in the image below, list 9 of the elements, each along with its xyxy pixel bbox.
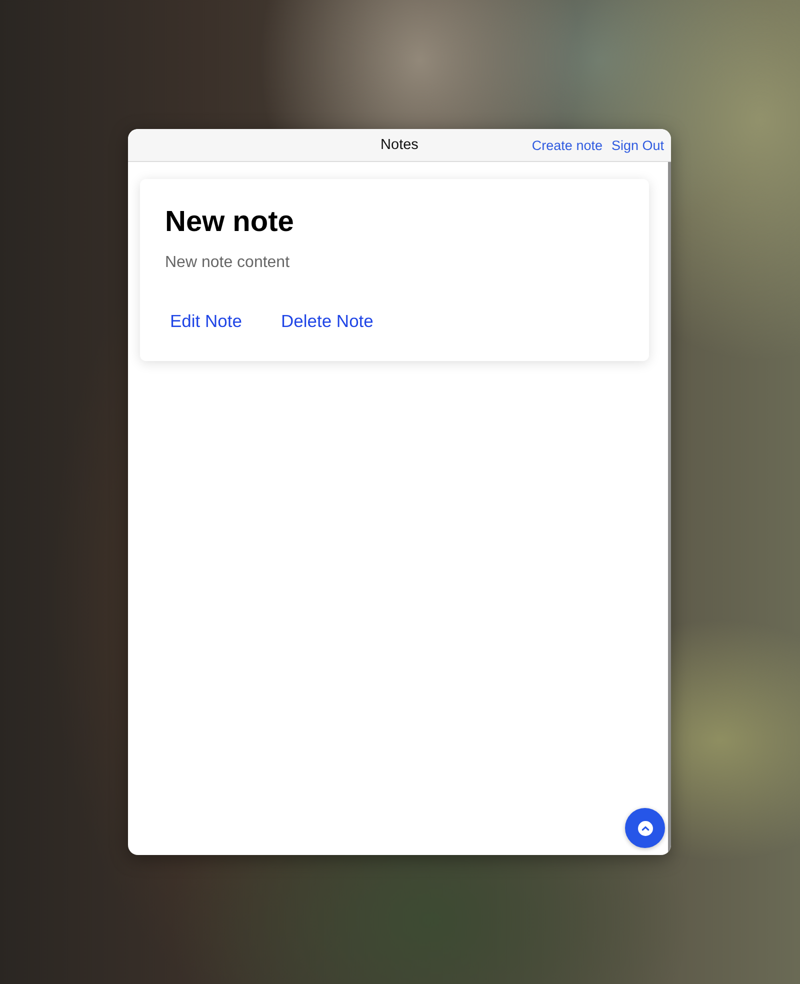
- note-title: New note: [165, 205, 294, 239]
- scroll-up-button[interactable]: [625, 808, 665, 848]
- chevron-up-icon: [638, 820, 652, 836]
- note-action-button[interactable]: Delete Note: [276, 306, 378, 337]
- header-link[interactable]: Create note: [532, 138, 602, 152]
- note-action-button[interactable]: Edit Note: [165, 306, 247, 337]
- header-link[interactable]: Sign Out: [611, 138, 664, 152]
- window-title: Notes: [380, 137, 418, 153]
- note-content: New note content: [165, 253, 290, 273]
